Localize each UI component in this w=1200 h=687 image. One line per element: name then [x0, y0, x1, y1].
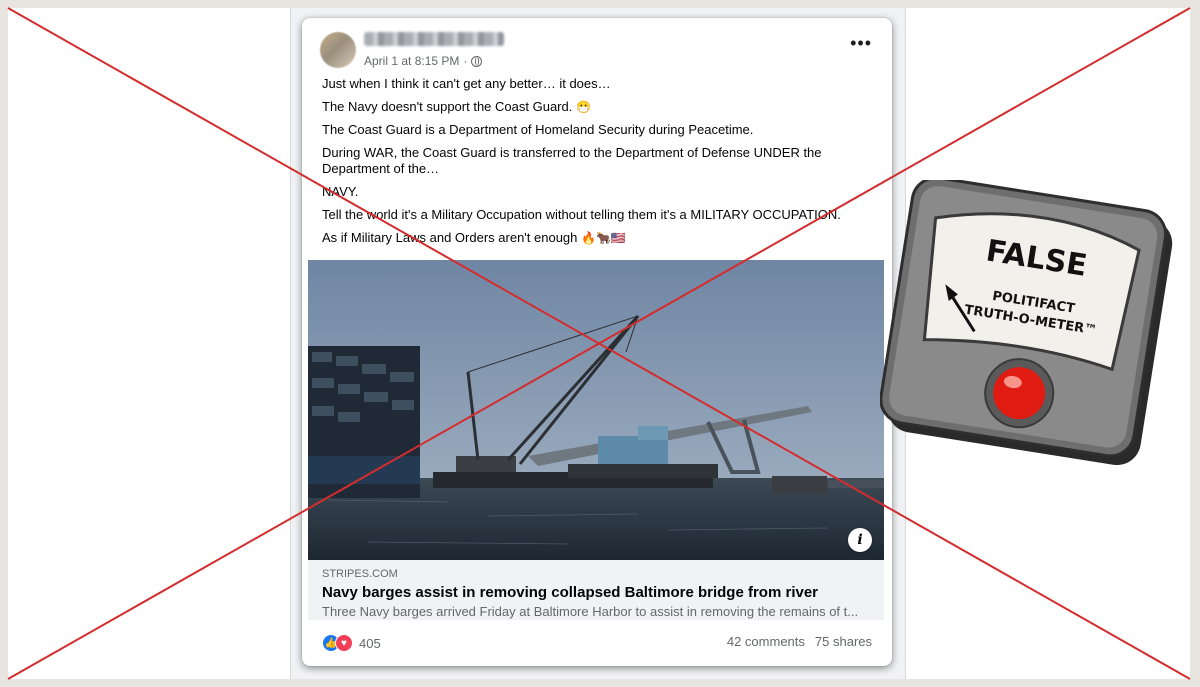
comments-count[interactable]: 42 comments — [727, 634, 805, 649]
author-name-redacted[interactable] — [364, 32, 504, 46]
post-paragraph: Tell the world it's a Military Occupatio… — [322, 207, 841, 222]
post-meta: April 1 at 8:15 PM · — [364, 54, 483, 68]
link-domain: STRIPES.COM — [322, 568, 398, 580]
post-timestamp[interactable]: April 1 at 8:15 PM — [364, 54, 459, 68]
post-paragraph: Just when I think it can't get any bette… — [322, 76, 611, 91]
more-options-icon[interactable]: ••• — [850, 34, 872, 52]
link-preview-footer[interactable]: STRIPES.COM Navy barges assist in removi… — [308, 560, 884, 620]
link-preview-image[interactable]: i — [308, 260, 884, 560]
truth-o-meter: FALSE POLITIFACT TRUTH-O-METER™ — [880, 180, 1173, 466]
shares-count[interactable]: 75 shares — [815, 634, 872, 649]
bridge-salvage-photo — [308, 260, 884, 560]
mask-emoji: 😷 — [575, 100, 591, 114]
globe-icon — [471, 55, 483, 67]
post-paragraph: The Coast Guard is a Department of Homel… — [322, 122, 754, 137]
post-paragraph: During WAR, the Coast Guard is transferr… — [322, 145, 822, 176]
info-icon[interactable]: i — [848, 528, 872, 552]
facebook-post: April 1 at 8:15 PM · ••• Just when I thi… — [302, 18, 892, 666]
love-reaction-icon: ♥ — [335, 634, 353, 652]
post-paragraph: The Navy doesn't support the Coast Guard… — [322, 99, 591, 114]
post-paragraph: As if Military Laws and Orders aren't en… — [322, 230, 626, 245]
link-title[interactable]: Navy barges assist in removing collapsed… — [322, 584, 818, 601]
post-paragraph: NAVY. — [322, 184, 359, 199]
reaction-count: 405 — [359, 635, 381, 651]
reaction-summary[interactable]: 👍 ♥ 405 — [322, 634, 381, 652]
avatar[interactable] — [320, 32, 356, 68]
fire-ox-flag-emoji: 🔥🐂🇺🇸 — [581, 231, 626, 245]
post-text: Just when I think it can't get any bette… — [322, 76, 862, 253]
link-description: Three Navy barges arrived Friday at Balt… — [322, 604, 859, 619]
engagement-counts: 42 comments 75 shares — [727, 634, 872, 649]
